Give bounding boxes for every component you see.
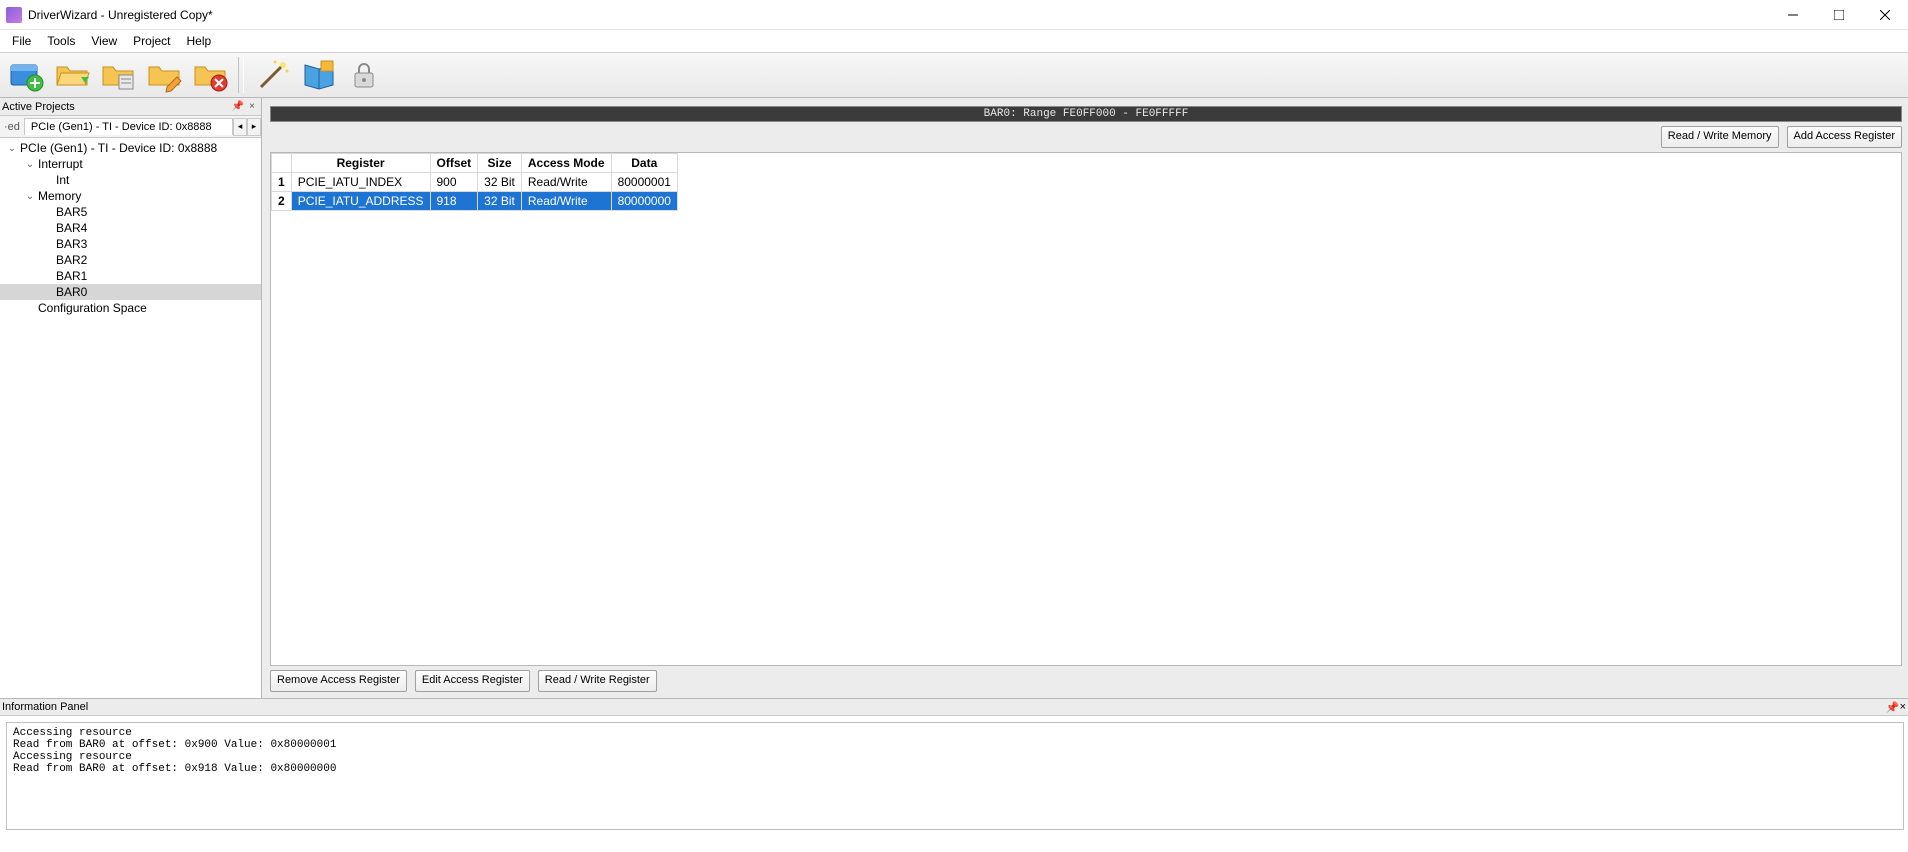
tree-bar2[interactable]: BAR2	[0, 252, 261, 268]
folder-edit-icon	[145, 57, 183, 93]
tree-root[interactable]: ⌄PCIe (Gen1) - TI - Device ID: 0x8888	[0, 140, 261, 156]
tree-bar1[interactable]: BAR1	[0, 268, 261, 284]
menu-view[interactable]: View	[83, 32, 125, 50]
read-write-memory-button[interactable]: Read / Write Memory	[1661, 126, 1779, 148]
tabstrip-overflow-left: ·ed	[0, 121, 24, 133]
info-panel: Accessing resource Read from BAR0 at off…	[0, 716, 1908, 834]
info-log[interactable]: Accessing resource Read from BAR0 at off…	[6, 722, 1904, 830]
info-panel-header: Information Panel 📌 ×	[0, 698, 1908, 716]
new-project-button[interactable]	[4, 55, 48, 95]
tree-interrupt[interactable]: ⌄Interrupt	[0, 156, 261, 172]
bar-range-header: BAR0: Range FE0FF000 - FE0FFFFF	[270, 106, 1902, 122]
cell-size[interactable]: 32 Bit	[478, 173, 522, 192]
tree-bar5[interactable]: BAR5	[0, 204, 261, 220]
window-title: DriverWizard - Unregistered Copy*	[28, 8, 213, 22]
col-access[interactable]: Access Mode	[521, 154, 611, 173]
active-projects-panel: Active Projects 📌 × ·ed PCIe (Gen1) - TI…	[0, 98, 262, 698]
register-view: BAR0: Range FE0FF000 - FE0FFFFF Read / W…	[262, 98, 1908, 698]
minimize-button[interactable]	[1770, 0, 1816, 30]
tree-int[interactable]: Int	[0, 172, 261, 188]
book-icon	[299, 57, 337, 93]
remove-access-register-button[interactable]: Remove Access Register	[270, 670, 407, 692]
edit-access-register-button[interactable]: Edit Access Register	[415, 670, 530, 692]
menu-help[interactable]: Help	[179, 32, 220, 50]
folder-explore-button[interactable]	[96, 55, 140, 95]
grid-corner	[272, 154, 292, 173]
menu-bar: File Tools View Project Help	[0, 30, 1908, 52]
active-projects-title: Active Projects	[2, 101, 231, 113]
panel-close-icon[interactable]: ×	[245, 100, 259, 114]
cell-register[interactable]: PCIE_IATU_INDEX	[291, 173, 430, 192]
title-bar: DriverWizard - Unregistered Copy*	[0, 0, 1908, 30]
project-tree[interactable]: ⌄PCIe (Gen1) - TI - Device ID: 0x8888 ⌄I…	[0, 138, 261, 698]
register-grid[interactable]: Register Offset Size Access Mode Data 1P…	[270, 152, 1902, 666]
wand-icon	[253, 57, 291, 93]
folder-edit-button[interactable]	[142, 55, 186, 95]
book-button[interactable]	[296, 55, 340, 95]
tabstrip-next[interactable]: ▸	[247, 118, 261, 136]
menu-project[interactable]: Project	[125, 32, 178, 50]
col-offset[interactable]: Offset	[430, 154, 478, 173]
info-panel-title: Information Panel	[2, 701, 1886, 713]
chevron-down-icon[interactable]: ⌄	[24, 159, 36, 170]
chevron-down-icon[interactable]: ⌄	[6, 143, 18, 154]
table-row[interactable]: 1PCIE_IATU_INDEX90032 BitRead/Write80000…	[272, 173, 678, 192]
menu-tools[interactable]: Tools	[39, 32, 83, 50]
project-tabstrip: ·ed PCIe (Gen1) - TI - Device ID: 0x8888…	[0, 116, 261, 138]
cell-offset[interactable]: 918	[430, 192, 478, 211]
open-project-icon	[53, 57, 91, 93]
bottom-action-row: Remove Access Register Edit Access Regis…	[270, 666, 1902, 692]
panel-close-icon[interactable]: ×	[1900, 701, 1906, 713]
app-icon	[6, 7, 22, 23]
cell-offset[interactable]: 900	[430, 173, 478, 192]
table-row[interactable]: 2PCIE_IATU_ADDRESS91832 BitRead/Write800…	[272, 192, 678, 211]
tree-bar3[interactable]: BAR3	[0, 236, 261, 252]
chevron-down-icon[interactable]: ⌄	[24, 191, 36, 202]
cell-register[interactable]: PCIE_IATU_ADDRESS	[291, 192, 430, 211]
tree-bar4[interactable]: BAR4	[0, 220, 261, 236]
menu-file[interactable]: File	[4, 32, 39, 50]
cell-access[interactable]: Read/Write	[521, 173, 611, 192]
col-register[interactable]: Register	[291, 154, 430, 173]
lock-icon	[345, 57, 383, 93]
cell-data[interactable]: 80000000	[611, 192, 677, 211]
wizard-button[interactable]	[250, 55, 294, 95]
add-access-register-button[interactable]: Add Access Register	[1787, 126, 1903, 148]
toolbar-separator	[238, 57, 244, 93]
tree-bar0[interactable]: BAR0	[0, 284, 261, 300]
pin-icon[interactable]: 📌	[231, 100, 245, 114]
col-size[interactable]: Size	[478, 154, 522, 173]
close-button[interactable]	[1862, 0, 1908, 30]
row-number[interactable]: 2	[272, 192, 292, 211]
open-project-button[interactable]	[50, 55, 94, 95]
maximize-button[interactable]	[1816, 0, 1862, 30]
active-projects-header: Active Projects 📌 ×	[0, 98, 261, 116]
folder-delete-button[interactable]	[188, 55, 232, 95]
tabstrip-prev[interactable]: ◂	[233, 118, 247, 136]
folder-explore-icon	[99, 57, 137, 93]
cell-access[interactable]: Read/Write	[521, 192, 611, 211]
cell-data[interactable]: 80000001	[611, 173, 677, 192]
lock-button[interactable]	[342, 55, 386, 95]
project-tab-active[interactable]: PCIe (Gen1) - TI - Device ID: 0x8888	[24, 118, 233, 135]
cell-size[interactable]: 32 Bit	[478, 192, 522, 211]
pin-icon[interactable]: 📌	[1886, 701, 1900, 714]
tree-memory[interactable]: ⌄Memory	[0, 188, 261, 204]
row-number[interactable]: 1	[272, 173, 292, 192]
folder-delete-icon	[191, 57, 229, 93]
read-write-register-button[interactable]: Read / Write Register	[538, 670, 657, 692]
new-project-icon	[7, 57, 45, 93]
grid-header-row: Register Offset Size Access Mode Data	[272, 154, 678, 173]
toolbar	[0, 52, 1908, 98]
top-action-row: Read / Write Memory Add Access Register	[270, 122, 1902, 152]
tree-config-space[interactable]: Configuration Space	[0, 300, 261, 316]
col-data[interactable]: Data	[611, 154, 677, 173]
